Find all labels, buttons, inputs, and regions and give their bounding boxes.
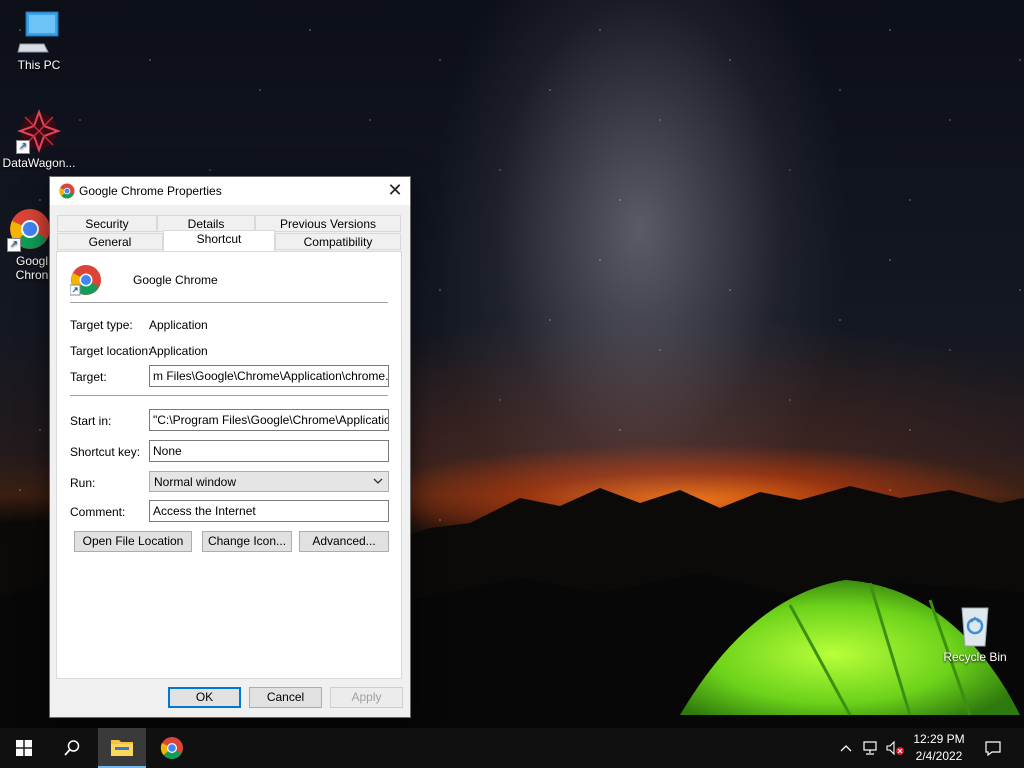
open-file-location-button[interactable]: Open File Location	[74, 531, 192, 552]
target-type-value: Application	[149, 318, 208, 332]
tab-previous-versions[interactable]: Previous Versions	[255, 215, 401, 232]
run-select-value: Normal window	[154, 475, 237, 489]
start-in-label: Start in:	[70, 414, 112, 428]
target-type-label: Target type:	[70, 318, 133, 332]
desktop-icon-this-pc[interactable]: This PC	[0, 10, 78, 72]
folder-icon	[111, 740, 133, 756]
desktop-icon-recycle-bin[interactable]: Recycle Bin	[936, 602, 1014, 664]
properties-dialog: Google Chrome Properties ✕ Security Deta…	[49, 176, 411, 718]
file-explorer-button[interactable]	[98, 728, 146, 768]
chrome-taskbar-button[interactable]	[148, 728, 196, 768]
volume-muted-icon	[886, 740, 904, 756]
this-pc-icon	[16, 10, 62, 56]
tab-compatibility[interactable]: Compatibility	[275, 233, 401, 250]
advanced-button[interactable]: Advanced...	[299, 531, 389, 552]
show-hidden-icons-button[interactable]	[836, 728, 856, 768]
search-button[interactable]	[48, 728, 96, 768]
action-center-button[interactable]	[978, 728, 1008, 768]
ok-button[interactable]: OK	[168, 687, 241, 708]
chrome-icon	[69, 264, 102, 296]
run-select[interactable]: Normal window	[149, 471, 389, 492]
dialog-titlebar[interactable]: Google Chrome Properties ✕	[50, 177, 410, 205]
shortcut-arrow-icon: ↗	[7, 238, 21, 252]
shortcut-tab-panel: Google Chrome Target type: Application T…	[56, 251, 402, 679]
desktop-icon-label: This PC	[17, 58, 61, 72]
app-name: Google Chrome	[133, 273, 218, 287]
change-icon-button[interactable]: Change Icon...	[202, 531, 292, 552]
comment-field[interactable]: Access the Internet	[149, 500, 389, 522]
chrome-icon	[160, 737, 183, 759]
dialog-title: Google Chrome Properties	[79, 184, 222, 198]
search-icon	[64, 740, 80, 756]
target-label: Target:	[70, 370, 107, 384]
desktop-icon-label: DataWagon...	[2, 156, 76, 170]
comment-label: Comment:	[70, 505, 126, 519]
tab-general[interactable]: General	[57, 233, 163, 250]
clock-date: 2/4/2022	[915, 749, 963, 763]
chrome-icon	[59, 183, 75, 199]
desktop-icon-label: Recycle Bin	[943, 650, 1007, 664]
chrome-icon: ↗	[7, 206, 53, 252]
shortcut-arrow-icon: ↗	[16, 140, 30, 154]
system-clock[interactable]: 12:29 PM 2/4/2022	[904, 731, 974, 765]
network-icon	[863, 741, 877, 755]
desktop-icon-datawagon[interactable]: ↗ DataWagon...	[0, 108, 78, 170]
shortcut-key-label: Shortcut key:	[70, 445, 141, 459]
run-label: Run:	[70, 476, 96, 490]
close-button[interactable]: ✕	[380, 177, 410, 205]
start-in-field[interactable]: "C:\Program Files\Google\Chrome\Applicat…	[149, 409, 389, 431]
divider	[70, 395, 388, 396]
clock-time: 12:29 PM	[913, 732, 965, 746]
apply-button: Apply	[330, 687, 403, 708]
start-button[interactable]	[0, 728, 48, 768]
tab-row-bottom: General Shortcut Compatibility	[57, 230, 401, 251]
chevron-up-icon	[840, 745, 852, 752]
tab-security[interactable]: Security	[57, 215, 157, 232]
notification-icon	[985, 741, 1001, 756]
datawagon-icon: ↗	[16, 108, 62, 154]
target-location-value: Application	[149, 344, 208, 358]
network-tray-icon[interactable]	[860, 728, 882, 768]
volume-tray-icon[interactable]	[884, 728, 906, 768]
tab-shortcut[interactable]: Shortcut	[163, 230, 275, 251]
chevron-down-icon	[373, 474, 383, 491]
recycle-bin-icon	[952, 602, 998, 648]
taskbar: 12:29 PM 2/4/2022	[0, 728, 1024, 768]
target-location-label: Target location:	[70, 344, 152, 358]
target-field[interactable]: m Files\Google\Chrome\Application\chrome…	[149, 365, 389, 387]
cancel-button[interactable]: Cancel	[249, 687, 322, 708]
divider	[70, 302, 388, 303]
windows-logo-icon	[16, 740, 32, 756]
shortcut-key-field[interactable]: None	[149, 440, 389, 462]
